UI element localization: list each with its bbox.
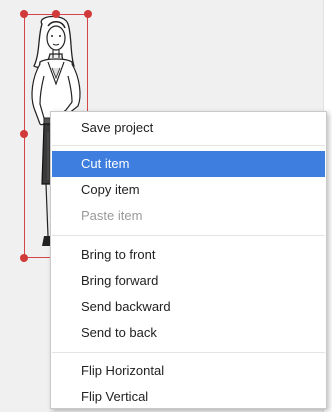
- menu-separator: [52, 145, 325, 146]
- menu-item-flip-horizontal[interactable]: Flip Horizontal: [52, 358, 325, 384]
- context-menu: Save project Cut item Copy item Paste it…: [50, 111, 327, 409]
- menu-separator: [52, 235, 325, 236]
- menu-item-send-to-back[interactable]: Send to back: [52, 320, 325, 346]
- menu-item-cut-item[interactable]: Cut item: [52, 151, 325, 177]
- menu-item-paste-item: Paste item: [81, 208, 143, 223]
- menu-item-bring-forward[interactable]: Bring forward: [52, 268, 325, 294]
- resize-handle-bottom-left[interactable]: [20, 254, 28, 262]
- menu-item-copy-item[interactable]: Copy item: [52, 177, 325, 203]
- resize-handle-top-right[interactable]: [84, 10, 92, 18]
- resize-handle-top-left[interactable]: [20, 10, 28, 18]
- resize-handle-top-center[interactable]: [52, 10, 60, 18]
- menu-item-flip-vertical[interactable]: Flip Vertical: [52, 384, 325, 410]
- menu-item-save-project[interactable]: Save project: [52, 115, 325, 141]
- resize-handle-middle-left[interactable]: [20, 130, 28, 138]
- menu-item-bring-to-front[interactable]: Bring to front: [52, 242, 325, 268]
- menu-item-send-backward[interactable]: Send backward: [52, 294, 325, 320]
- menu-separator: [52, 352, 325, 353]
